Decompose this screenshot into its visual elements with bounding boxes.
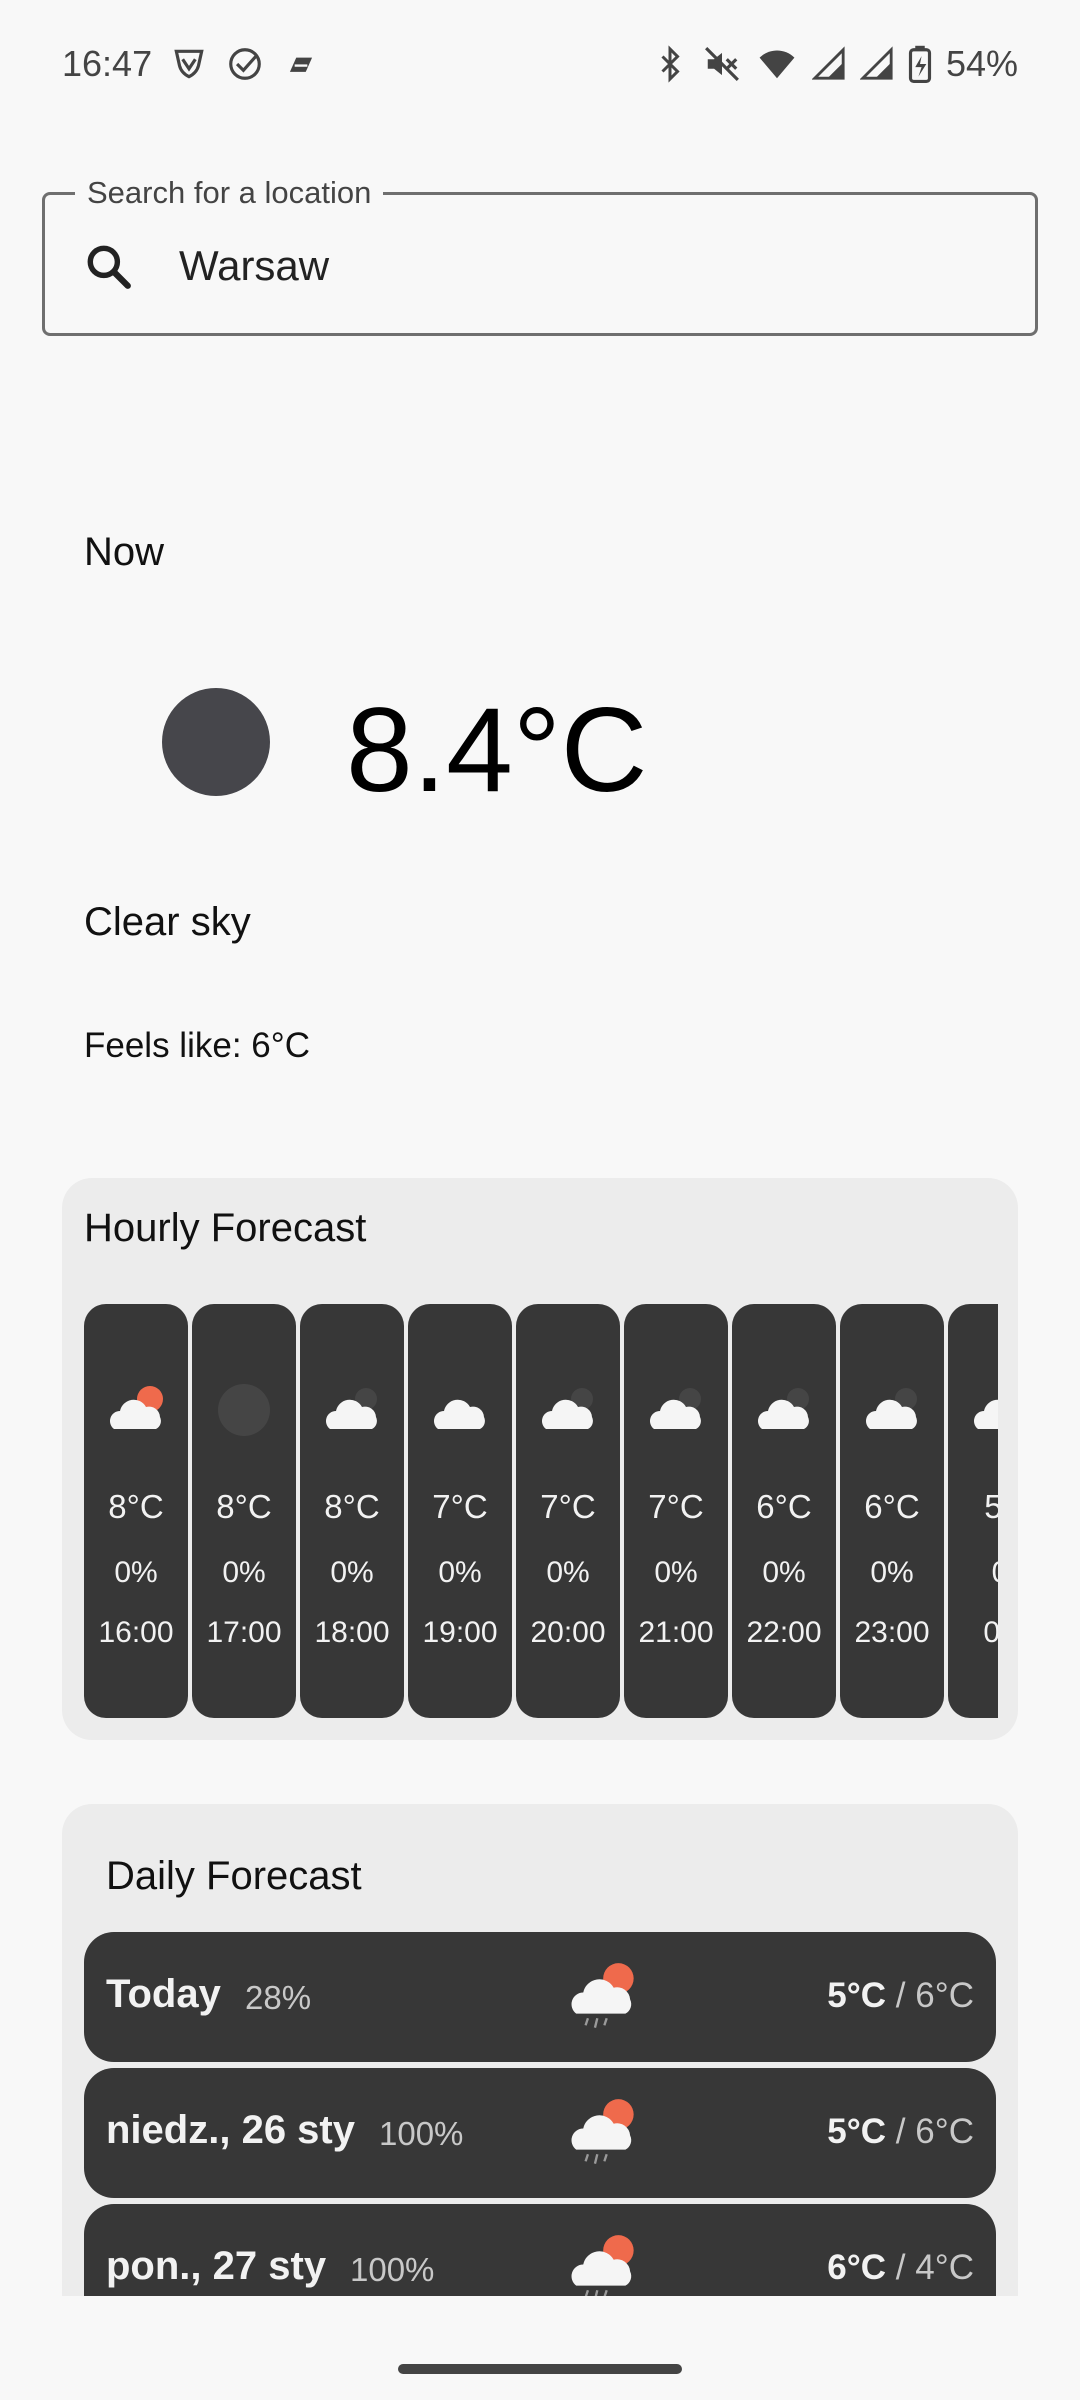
daily-min-temp: 5°C — [827, 2112, 887, 2151]
daily-precipitation: 100% — [379, 2115, 464, 2152]
hourly-forecast-list[interactable]: 8°C 0% 16:00 8°C 0% 17:00 8°C 0% 18:00 7°C 0% 19:00… — [84, 1304, 998, 1720]
hourly-precipitation: 0 — [992, 1556, 998, 1590]
hourly-time: 22:00 — [746, 1616, 822, 1649]
hourly-item[interactable]: 7°C 0% 21:00 — [624, 1304, 728, 1718]
hourly-temperature: 8°C — [324, 1488, 380, 1525]
hourly-item[interactable]: 7°C 0% 19:00 — [408, 1304, 512, 1718]
hourly-time: 23:00 — [854, 1616, 930, 1649]
partly-cloudy-night-icon — [535, 1380, 601, 1440]
location-search-field[interactable]: Search for a location — [42, 173, 1038, 336]
vibrate-off-icon — [702, 45, 742, 83]
daily-precipitation: 28% — [245, 1979, 312, 2016]
daily-temperatures: 5°C / 6°C — [827, 2112, 974, 2152]
current-condition: Clear sky — [84, 900, 251, 944]
hourly-item[interactable]: 6°C 0% 23:00 — [840, 1304, 944, 1718]
hourly-forecast-card: Hourly Forecast 8°C 0% 16:00 8°C 0% 17:00 8°C 0… — [62, 1178, 1018, 1740]
hourly-temperature: 8°C — [108, 1488, 164, 1525]
partly-cloudy-night-icon — [319, 1380, 385, 1440]
daily-item[interactable]: Today 28% 5°C / 6°C — [84, 1932, 996, 2062]
daily-item[interactable]: niedz., 26 sty 100% 5°C / 6°C — [84, 2068, 996, 2198]
partly-cloudy-night-icon — [751, 1380, 817, 1440]
partly-cloudy-day-icon — [103, 1380, 169, 1440]
hourly-time: 19:00 — [422, 1616, 498, 1649]
hourly-time: 16:00 — [98, 1616, 174, 1649]
clear-night-icon — [216, 1380, 272, 1440]
gesture-nav-handle[interactable] — [398, 2364, 682, 2374]
daily-day-label: Today — [106, 1972, 221, 2016]
search-input[interactable] — [179, 231, 999, 301]
hourly-item[interactable]: 8°C 0% 18:00 — [300, 1304, 404, 1718]
daily-max-temp: 6°C — [915, 2112, 974, 2151]
partly-cloudy-night-icon — [859, 1380, 925, 1440]
temp-separator: / — [895, 2248, 906, 2287]
daily-min-temp: 5°C — [827, 1976, 887, 2015]
bottom-background — [0, 2296, 1080, 2400]
hourly-precipitation: 0% — [330, 1556, 374, 1589]
check-circle-icon — [226, 45, 264, 83]
daily-precipitation: 100% — [350, 2251, 435, 2288]
cloudy-icon — [427, 1380, 493, 1440]
hourly-time: 17:00 — [206, 1616, 282, 1649]
hourly-forecast-title: Hourly Forecast — [84, 1206, 367, 1250]
vpn-shield-icon — [170, 45, 208, 83]
current-temperature: 8.4°C — [346, 683, 648, 817]
hourly-item[interactable]: 8°C 0% 16:00 — [84, 1304, 188, 1718]
hourly-temperature: 7°C — [540, 1488, 596, 1525]
signal-roaming-icon — [859, 45, 894, 83]
status-bar: 16:47 54% — [0, 0, 1080, 128]
hourly-temperature: 5° — [984, 1488, 998, 1525]
daily-day-label: pon., 27 sty — [106, 2244, 327, 2288]
status-left: 16:47 — [62, 43, 320, 85]
hourly-time: 21:00 — [638, 1616, 714, 1649]
rain-sun-icon — [564, 1962, 640, 2035]
signal-icon — [811, 45, 846, 83]
hourly-precipitation: 0% — [762, 1556, 806, 1589]
hourly-item[interactable]: 7°C 0% 20:00 — [516, 1304, 620, 1718]
weather-screen: 16:47 54% Search for a location Warsaw N… — [0, 0, 1080, 2400]
hourly-precipitation: 0% — [546, 1556, 590, 1589]
status-time: 16:47 — [62, 43, 153, 84]
feels-like-text: Feels like: 6°C — [84, 1026, 311, 1065]
status-right: 54% — [652, 43, 1018, 85]
battery-percentage: 54% — [945, 43, 1018, 84]
hourly-precipitation: 0% — [870, 1556, 914, 1589]
cloudy-icon — [967, 1380, 998, 1440]
hourly-temperature: 6°C — [864, 1488, 920, 1525]
hourly-temperature: 6°C — [756, 1488, 812, 1525]
search-field-label: Search for a location — [75, 173, 384, 213]
hourly-item[interactable]: 8°C 0% 17:00 — [192, 1304, 296, 1718]
hourly-item[interactable]: 6°C 0% 22:00 — [732, 1304, 836, 1718]
battery-charging-icon — [908, 45, 932, 83]
daily-max-temp: 4°C — [915, 2248, 974, 2287]
hourly-temperature: 8°C — [216, 1488, 272, 1525]
hourly-item[interactable]: 5°000 — [948, 1304, 998, 1718]
daily-forecast-list[interactable]: Today 28% 5°C / 6°C niedz., 26 sty 100% 5°C /… — [84, 1932, 996, 2340]
hourly-precipitation: 0% — [114, 1556, 158, 1589]
hourly-precipitation: 0% — [438, 1556, 482, 1589]
hourly-time: 00 — [983, 1616, 998, 1649]
app-notification-icon — [282, 45, 320, 83]
daily-forecast-title: Daily Forecast — [106, 1854, 362, 1898]
partly-cloudy-night-icon — [643, 1380, 709, 1440]
daily-max-temp: 6°C — [915, 1976, 974, 2015]
temp-separator: / — [895, 1976, 906, 2015]
hourly-temperature: 7°C — [432, 1488, 488, 1525]
temp-separator: / — [895, 2112, 906, 2151]
hourly-time: 20:00 — [530, 1616, 606, 1649]
hourly-precipitation: 0% — [654, 1556, 698, 1589]
bluetooth-icon — [652, 45, 688, 83]
search-icon[interactable] — [83, 241, 133, 296]
clear-night-icon — [162, 688, 270, 796]
rain-sun-icon — [564, 2098, 640, 2171]
daily-min-temp: 6°C — [827, 2248, 887, 2287]
daily-day-label: niedz., 26 sty — [106, 2108, 355, 2152]
hourly-time: 18:00 — [314, 1616, 390, 1649]
hourly-temperature: 7°C — [648, 1488, 704, 1525]
wifi-icon — [756, 45, 798, 83]
now-heading: Now — [84, 530, 165, 574]
daily-temperatures: 5°C / 6°C — [827, 1976, 974, 2016]
hourly-precipitation: 0% — [222, 1556, 266, 1589]
daily-temperatures: 6°C / 4°C — [827, 2248, 974, 2288]
